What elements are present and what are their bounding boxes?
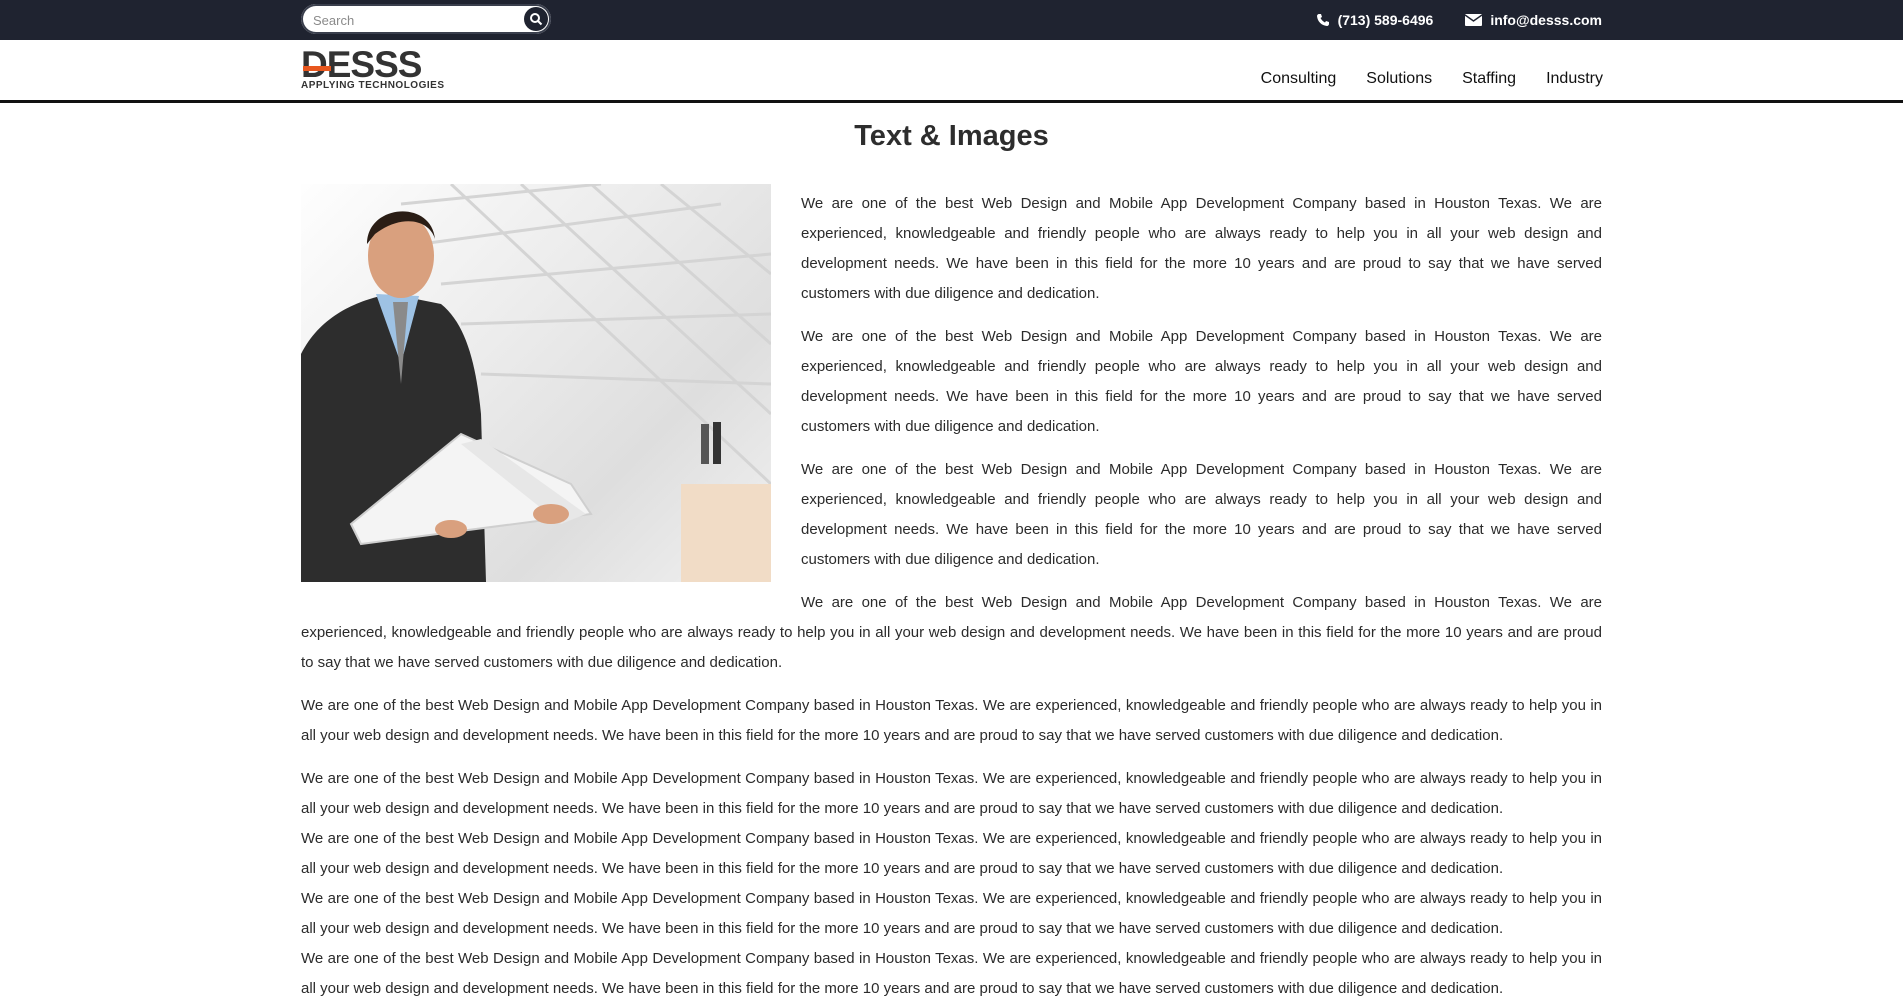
email-item[interactable]: info@desss.com (1465, 12, 1602, 28)
body-paragraph: We are one of the best Web Design and Mo… (301, 950, 1602, 997)
top-bar: (713) 589-6496 info@desss.com (0, 0, 1903, 40)
body-paragraph: We are one of the best Web Design and Mo… (301, 770, 1602, 817)
svg-text:DESSS: DESSS (301, 49, 422, 81)
logo-tagline: APPLYING TECHNOLOGIES (301, 80, 445, 91)
body-paragraph: We are one of the best Web Design and Mo… (301, 890, 1602, 937)
businessman-laptop-image (301, 184, 771, 582)
phone-item[interactable]: (713) 589-6496 (1316, 12, 1434, 28)
envelope-icon (1465, 14, 1483, 26)
phone-icon (1316, 14, 1329, 26)
nav-solutions[interactable]: Solutions (1366, 70, 1432, 88)
email-address[interactable]: info@desss.com (1490, 12, 1602, 28)
body-paragraph: We are one of the best Web Design and Mo… (301, 697, 1602, 744)
main-header: DESSS APPLYING TECHNOLOGIES Consulting S… (0, 40, 1903, 103)
search-input[interactable] (311, 9, 505, 31)
nav-consulting[interactable]: Consulting (1261, 70, 1337, 88)
page-title: Text & Images (854, 120, 1049, 152)
search-button[interactable] (524, 7, 548, 31)
contact-info: (713) 589-6496 info@desss.com (1316, 0, 1602, 40)
logo[interactable]: DESSS APPLYING TECHNOLOGIES (301, 44, 453, 93)
main-nav: Consulting Solutions Staffing Industry (1261, 70, 1603, 88)
desss-logo-mark: DESSS (301, 44, 423, 85)
nav-industry[interactable]: Industry (1546, 70, 1603, 88)
body-paragraph: We are one of the best Web Design and Mo… (301, 830, 1602, 877)
body-paragraph: We are one of the best Web Design and Mo… (301, 594, 1602, 671)
main-content: Text & Images We are one of the best Web… (301, 113, 1602, 1004)
nav-staffing[interactable]: Staffing (1462, 70, 1516, 88)
search-icon (530, 13, 543, 26)
phone-number[interactable]: (713) 589-6496 (1338, 12, 1434, 28)
search-box (301, 4, 551, 34)
